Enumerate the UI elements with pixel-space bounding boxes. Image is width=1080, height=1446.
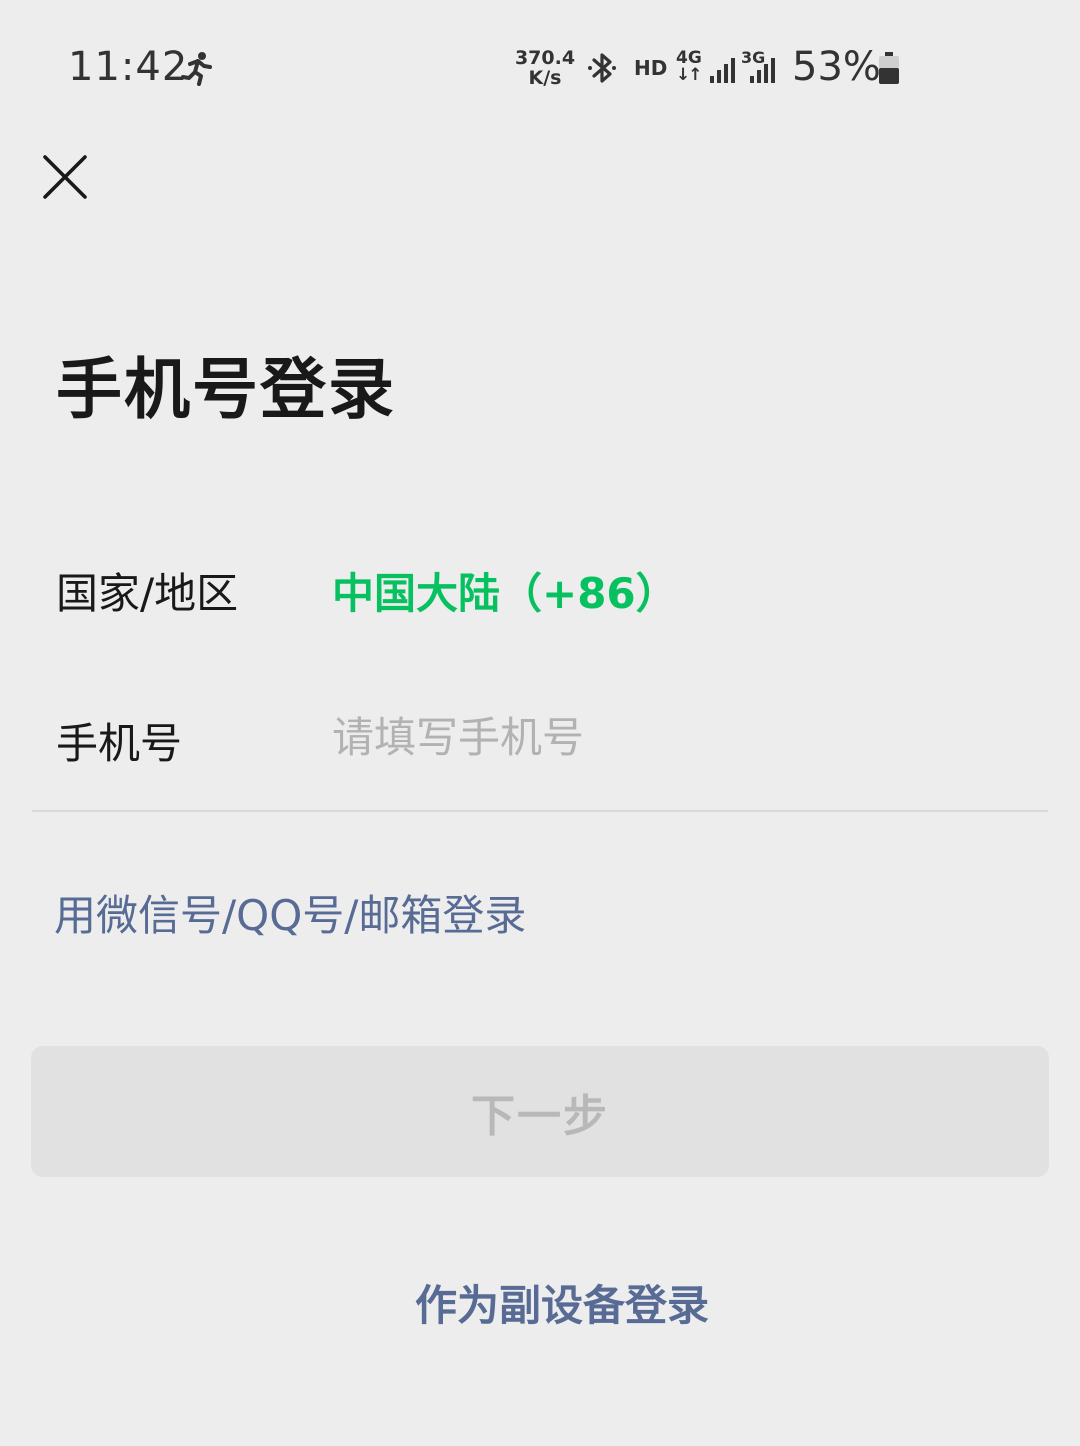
- next-button-label: 下一步: [471, 1091, 609, 1141]
- network-4g-indicator: 4G ↓↑: [676, 50, 706, 86]
- region-row[interactable]: 国家/地区 中国大陆（+86）: [56, 548, 1046, 628]
- secondary-device-login-link[interactable]: 作为副设备登录: [0, 1272, 1080, 1333]
- battery-percent: 53%: [792, 44, 881, 90]
- network-speed-unit: K/s: [528, 67, 562, 89]
- status-bar: 11:42 370.4 K/s HD 4G ↓↑ 3G 53%: [0, 0, 1080, 130]
- close-button[interactable]: [38, 150, 92, 204]
- running-icon: [181, 52, 212, 86]
- phone-label: 手机号: [56, 719, 183, 768]
- phone-input[interactable]: [332, 702, 1032, 772]
- battery-icon: [879, 52, 899, 84]
- region-selector[interactable]: 中国大陆（+86）: [332, 560, 678, 621]
- signal-icon: [750, 58, 775, 83]
- divider: [32, 810, 1048, 812]
- region-label: 国家/地区: [56, 569, 239, 618]
- bluetooth-icon: [588, 53, 616, 83]
- signal-icon: [710, 58, 735, 83]
- phone-row: 手机号: [56, 698, 1046, 778]
- next-button[interactable]: 下一步: [31, 1046, 1049, 1177]
- alt-login-link[interactable]: 用微信号/QQ号/邮箱登录: [54, 882, 526, 943]
- hd-label: HD: [634, 56, 668, 80]
- page-title: 手机号登录: [56, 351, 396, 428]
- network-speed-value: 370.4: [514, 47, 576, 69]
- network-speed: 370.4 K/s: [514, 48, 576, 88]
- status-time: 11:42: [68, 44, 189, 90]
- data-arrows-icon: ↓↑: [676, 65, 703, 85]
- close-icon: [43, 155, 87, 199]
